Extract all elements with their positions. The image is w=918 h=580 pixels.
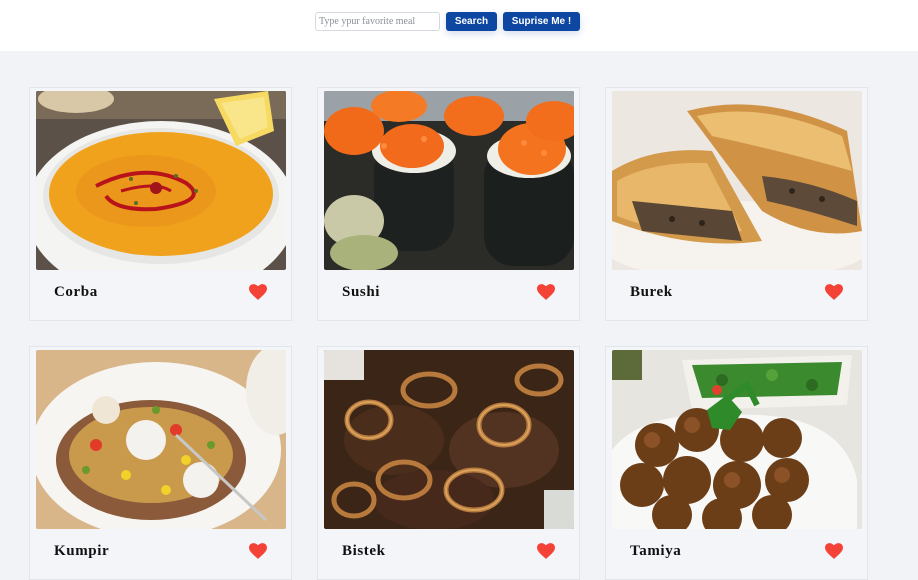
favorite-heart-icon[interactable] (249, 284, 267, 300)
meal-card[interactable]: Bistek (317, 346, 580, 580)
meal-name: Corba (54, 284, 98, 300)
meal-image-bistek[interactable] (324, 350, 574, 529)
meal-name: Bistek (342, 543, 386, 559)
meal-image-kumpir[interactable] (36, 350, 286, 529)
meal-image-corba[interactable] (36, 91, 286, 270)
meal-image-burek[interactable] (612, 91, 862, 270)
meal-image-sushi[interactable] (324, 91, 574, 270)
search-input[interactable] (315, 12, 440, 31)
meal-name: Tamiya (630, 543, 682, 559)
meal-card[interactable]: Kumpir (29, 346, 292, 580)
meal-card[interactable]: Tamiya (605, 346, 868, 580)
meal-card[interactable]: Corba (29, 87, 292, 321)
meal-name: Kumpir (54, 543, 110, 559)
meal-card[interactable]: Burek (605, 87, 868, 321)
surprise-me-button[interactable]: Suprise Me ! (503, 12, 580, 31)
meal-card[interactable]: Sushi (317, 87, 580, 321)
search-button[interactable]: Search (446, 12, 497, 31)
favorite-heart-icon[interactable] (825, 284, 843, 300)
favorite-heart-icon[interactable] (537, 284, 555, 300)
favorite-heart-icon[interactable] (249, 543, 267, 559)
meal-name: Sushi (342, 284, 381, 300)
favorite-heart-icon[interactable] (537, 543, 555, 559)
favorite-heart-icon[interactable] (825, 543, 843, 559)
meal-name: Burek (630, 284, 673, 300)
meal-image-tamiya[interactable] (612, 350, 862, 529)
top-bar: Search Suprise Me ! (0, 0, 918, 51)
